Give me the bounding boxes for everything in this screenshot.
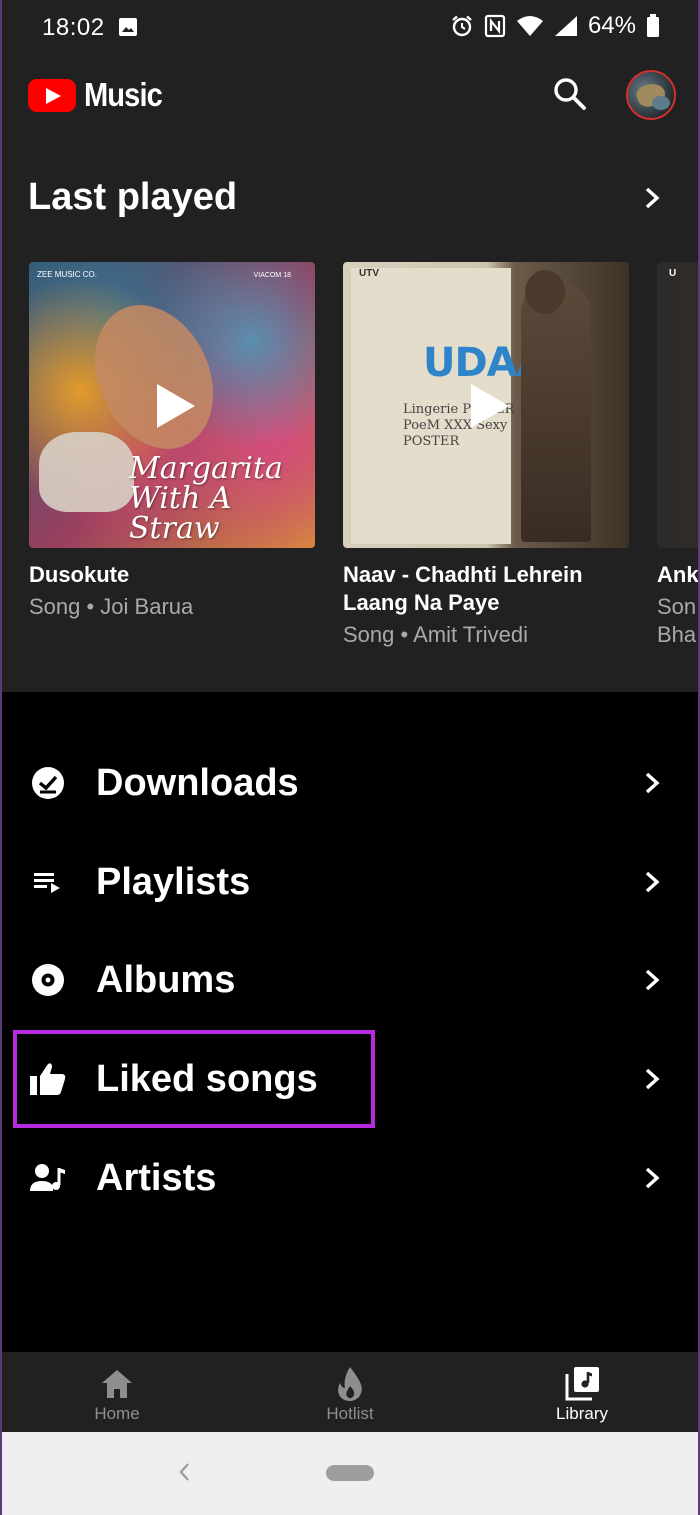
chevron-right-icon (645, 1167, 660, 1188)
youtube-play-logo-icon (28, 78, 76, 112)
last-played-card[interactable]: U Ank Son Bha (657, 262, 700, 649)
status-time: 18:02 (42, 14, 105, 41)
battery-percent: 64% (587, 12, 636, 39)
nav-library[interactable]: Library (542, 1352, 622, 1432)
last-played-title[interactable]: Last played (28, 176, 237, 219)
last-played-card[interactable]: ZEE MUSIC CO. VIACOM 18 Margarita With A… (29, 262, 315, 621)
nav-label: Library (556, 1404, 608, 1423)
chevron-right-icon (645, 871, 660, 892)
library-item-label: Albums (96, 958, 236, 1001)
artist-icon (28, 1158, 68, 1198)
card-subtitle: Bha (657, 622, 697, 647)
app-bar: Music (0, 56, 700, 134)
library-icon (564, 1366, 600, 1402)
card-subtitle: Song • Joi Barua (29, 594, 194, 619)
album-art-figure (521, 282, 591, 542)
album-art[interactable]: UTV UDAAN Lingerie POWER PoeM XXX Sexy P… (343, 262, 629, 548)
album-art-title: Margarita With A Straw (129, 451, 283, 546)
home-icon (99, 1366, 135, 1402)
album-art-label: U (669, 268, 677, 279)
card-subtitle: Song • Amit Trivedi (343, 622, 529, 647)
avatar-image-part (652, 96, 670, 110)
status-icons: 64% (450, 12, 660, 40)
back-icon[interactable] (176, 1460, 192, 1484)
chevron-right-icon[interactable] (640, 184, 664, 212)
highlight-annotation (13, 1030, 375, 1128)
play-icon[interactable] (157, 384, 195, 428)
card-title[interactable]: Naav - Chadhti Lehrein Laang Na Paye (343, 561, 629, 617)
album-art-figure (525, 270, 565, 314)
library-item-label: Artists (96, 1156, 217, 1199)
signal-icon (554, 16, 577, 36)
search-icon[interactable] (550, 74, 590, 114)
album-art[interactable]: ZEE MUSIC CO. VIACOM 18 Margarita With A… (29, 262, 315, 548)
play-icon[interactable] (471, 384, 509, 428)
card-title[interactable]: Ank (657, 561, 700, 589)
album-art[interactable]: U (657, 262, 700, 548)
chevron-right-icon (645, 772, 660, 793)
bottom-navigation: Home Hotlist Library (0, 1352, 700, 1432)
library-list: Downloads Playlists Albums Liked songs A… (0, 692, 700, 1352)
last-played-section: Last played ZEE MUSIC CO. VIACOM 18 Marg… (0, 134, 700, 692)
battery-icon (647, 14, 659, 37)
chevron-right-icon (645, 1068, 660, 1089)
status-bar: 18:02 64% (0, 0, 700, 56)
avatar[interactable] (626, 70, 676, 120)
nav-label: Hotlist (326, 1404, 374, 1423)
library-item-label: Downloads (96, 761, 299, 804)
system-navigation-bar (0, 1432, 700, 1515)
library-item-label: Playlists (96, 860, 251, 903)
nav-home[interactable]: Home (77, 1352, 157, 1432)
alarm-icon (452, 15, 472, 37)
logo-text: Music (84, 76, 163, 113)
flame-icon (332, 1366, 368, 1402)
image-icon (119, 18, 137, 36)
youtube-music-logo[interactable]: Music (28, 76, 173, 114)
wifi-icon (516, 16, 543, 36)
download-check-icon (28, 763, 68, 803)
album-icon (28, 960, 68, 1000)
album-art-label: UTV (359, 268, 379, 279)
album-art-figure (39, 432, 134, 512)
library-item-artists[interactable]: Artists (0, 1128, 700, 1227)
card-title[interactable]: Dusokute (29, 561, 315, 589)
nav-hotlist[interactable]: Hotlist (310, 1352, 390, 1432)
last-played-card[interactable]: UTV UDAAN Lingerie POWER PoeM XXX Sexy P… (343, 262, 629, 649)
album-art-label: VIACOM 18 (253, 272, 291, 279)
album-art-label: ZEE MUSIC CO. (37, 270, 98, 279)
frame-border-left (0, 0, 2, 1515)
library-item-downloads[interactable]: Downloads (0, 733, 700, 832)
nfc-icon (484, 14, 506, 38)
nav-label: Home (94, 1404, 140, 1423)
chevron-right-icon (645, 969, 660, 990)
home-gesture-pill[interactable] (326, 1465, 374, 1481)
card-subtitle: Son (657, 594, 697, 619)
library-item-playlists[interactable]: Playlists (0, 832, 700, 931)
playlist-icon (28, 862, 68, 902)
library-item-albums[interactable]: Albums (0, 930, 700, 1029)
